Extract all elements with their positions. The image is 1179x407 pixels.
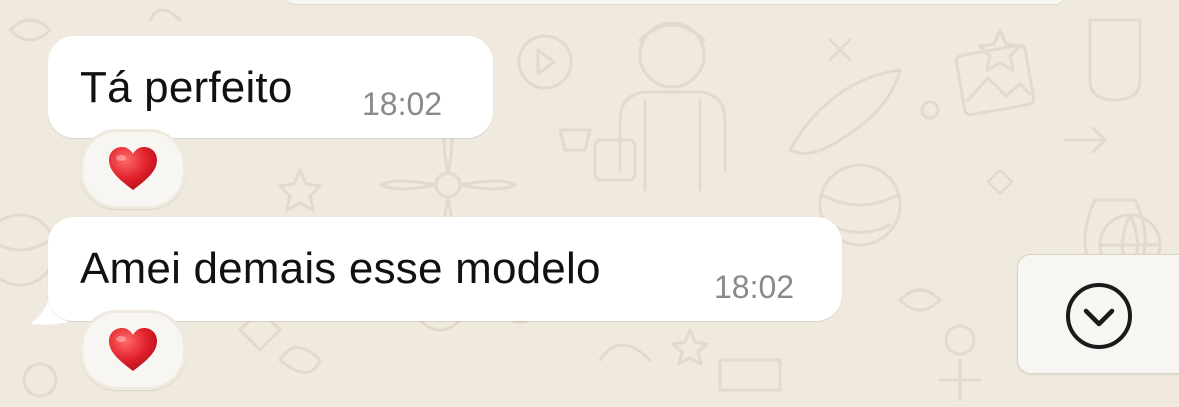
previous-message-edge (285, 0, 1065, 4)
scroll-to-bottom-button[interactable] (1017, 254, 1179, 374)
red-heart-icon (109, 147, 157, 190)
chevron-down-circle-icon (1066, 283, 1132, 349)
message-timestamp: 18:02 (714, 269, 795, 305)
message-bubble[interactable]: Tá perfeito 18:02 (48, 36, 493, 138)
message-text: Tá perfeito (80, 63, 293, 112)
message-text: Amei demais esse modelo (80, 244, 601, 293)
red-heart-icon (109, 328, 157, 371)
message-reaction[interactable] (80, 310, 186, 390)
message-bubble[interactable]: Amei demais esse modelo 18:02 (48, 217, 842, 321)
message-timestamp: 18:02 (362, 86, 443, 122)
message-reaction[interactable] (80, 129, 186, 209)
